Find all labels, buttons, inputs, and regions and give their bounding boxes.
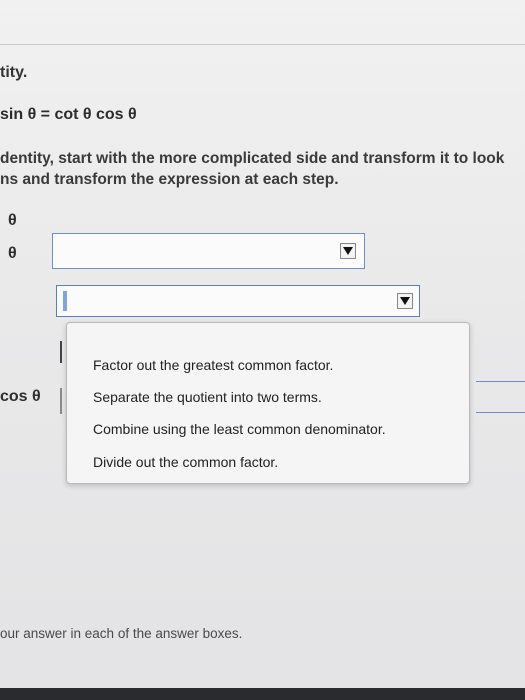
instruction-line-1: dentity, start with the more complicated… (0, 150, 505, 167)
instruction-line-2: ns and transform the expression at each … (0, 171, 339, 188)
instruction-text: tity. (0, 64, 28, 81)
divider (0, 44, 525, 45)
answer-box-bottom-border (476, 412, 525, 413)
dropdown-arrow-icon[interactable] (397, 293, 413, 309)
dropdown-arrow-icon[interactable] (340, 243, 356, 259)
answer-box-top-border (476, 381, 525, 382)
text-caret (60, 341, 62, 363)
dropdown-option[interactable]: Combine using the least common denominat… (93, 421, 386, 437)
bottom-bar (0, 688, 525, 700)
screen: tity. sin θ = cot θ cos θ dentity, start… (0, 0, 525, 700)
dropdown-option[interactable]: Factor out the greatest common factor. (93, 357, 333, 373)
focus-caret (63, 291, 67, 311)
row-label-3: cos θ (0, 388, 41, 405)
footer-instruction: our answer in each of the answer boxes. (0, 626, 243, 641)
step-dropdown-2[interactable] (56, 285, 420, 317)
row-label-1: θ (8, 212, 17, 229)
row-label-2: θ (8, 245, 17, 262)
step-dropdown-1[interactable] (52, 233, 365, 269)
dropdown-menu: Factor out the greatest common factor. S… (60, 322, 470, 484)
dropdown-option[interactable]: Separate the quotient into two terms. (93, 389, 322, 405)
dropdown-option[interactable]: Divide out the common factor. (93, 454, 278, 470)
identity-equation: sin θ = cot θ cos θ (0, 106, 137, 123)
